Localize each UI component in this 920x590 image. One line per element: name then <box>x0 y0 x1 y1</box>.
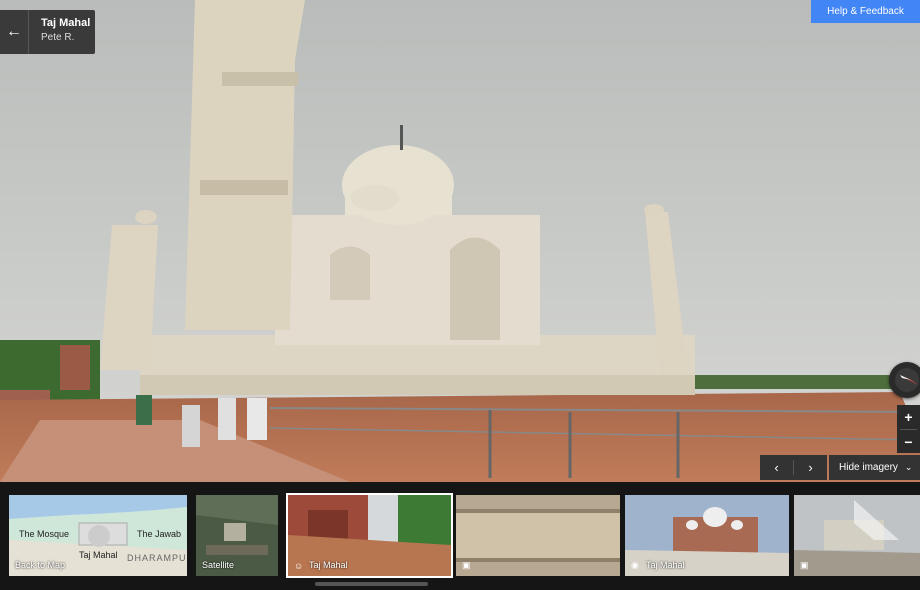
map-label-taj: Taj Mahal <box>79 550 118 560</box>
chevron-down-icon: ⌄ <box>904 462 913 472</box>
photo-video-icon: ▣ <box>800 560 809 570</box>
photo-thumbnail-selected[interactable]: ☺ Taj Mahal <box>286 493 453 578</box>
photo-label-taj-3: Taj Mahal <box>646 560 685 570</box>
imagery-strip: The Mosque The Jawab Taj Mahal DHARAMPU … <box>0 482 920 590</box>
map-label-dharampur: DHARAMPU <box>127 553 187 563</box>
zoom-in-button[interactable]: + <box>897 405 920 429</box>
photo-video-icon: ▣ <box>462 560 471 570</box>
imagery-nav: ‹ › <box>760 455 827 480</box>
satellite-thumbnail[interactable]: Satellite <box>196 495 278 576</box>
map-label-jawab: The Jawab <box>137 529 182 539</box>
map-thumbnail[interactable]: The Mosque The Jawab Taj Mahal DHARAMPU … <box>9 495 187 576</box>
hide-imagery-button[interactable]: Hide imagery ⌄ <box>829 455 920 480</box>
back-to-map-label: Back to Map <box>15 560 66 570</box>
place-author[interactable]: Pete R. <box>41 32 74 43</box>
help-feedback-button[interactable]: Help & Feedback <box>811 0 920 23</box>
satellite-label: Satellite <box>202 560 235 570</box>
photo-thumbnail[interactable]: ▣ <box>794 495 920 576</box>
back-arrow-icon[interactable]: ← <box>0 10 29 54</box>
strip-scrollbar[interactable] <box>315 582 428 586</box>
place-title: Taj Mahal <box>41 17 91 29</box>
next-image-button[interactable]: › <box>794 455 827 480</box>
photo-thumbnail[interactable]: ◉ Taj Mahal <box>625 495 789 576</box>
place-info-card: ← Taj Mahal Pete R. <box>0 10 95 54</box>
map-label-mosque: The Mosque <box>19 529 70 539</box>
previous-image-button[interactable]: ‹ <box>760 455 793 480</box>
hide-imagery-label: Hide imagery <box>839 462 898 473</box>
photo-source-icon: ☺ <box>294 561 304 571</box>
street-view-panorama[interactable] <box>0 0 920 482</box>
photo-label-taj-1: Taj Mahal <box>309 560 348 570</box>
compass-icon[interactable] <box>889 362 920 398</box>
camera-icon: ◉ <box>631 560 639 570</box>
zoom-control: + − <box>897 405 920 453</box>
photo-thumbnail[interactable]: ▣ <box>456 495 620 576</box>
zoom-out-button[interactable]: − <box>897 430 920 454</box>
